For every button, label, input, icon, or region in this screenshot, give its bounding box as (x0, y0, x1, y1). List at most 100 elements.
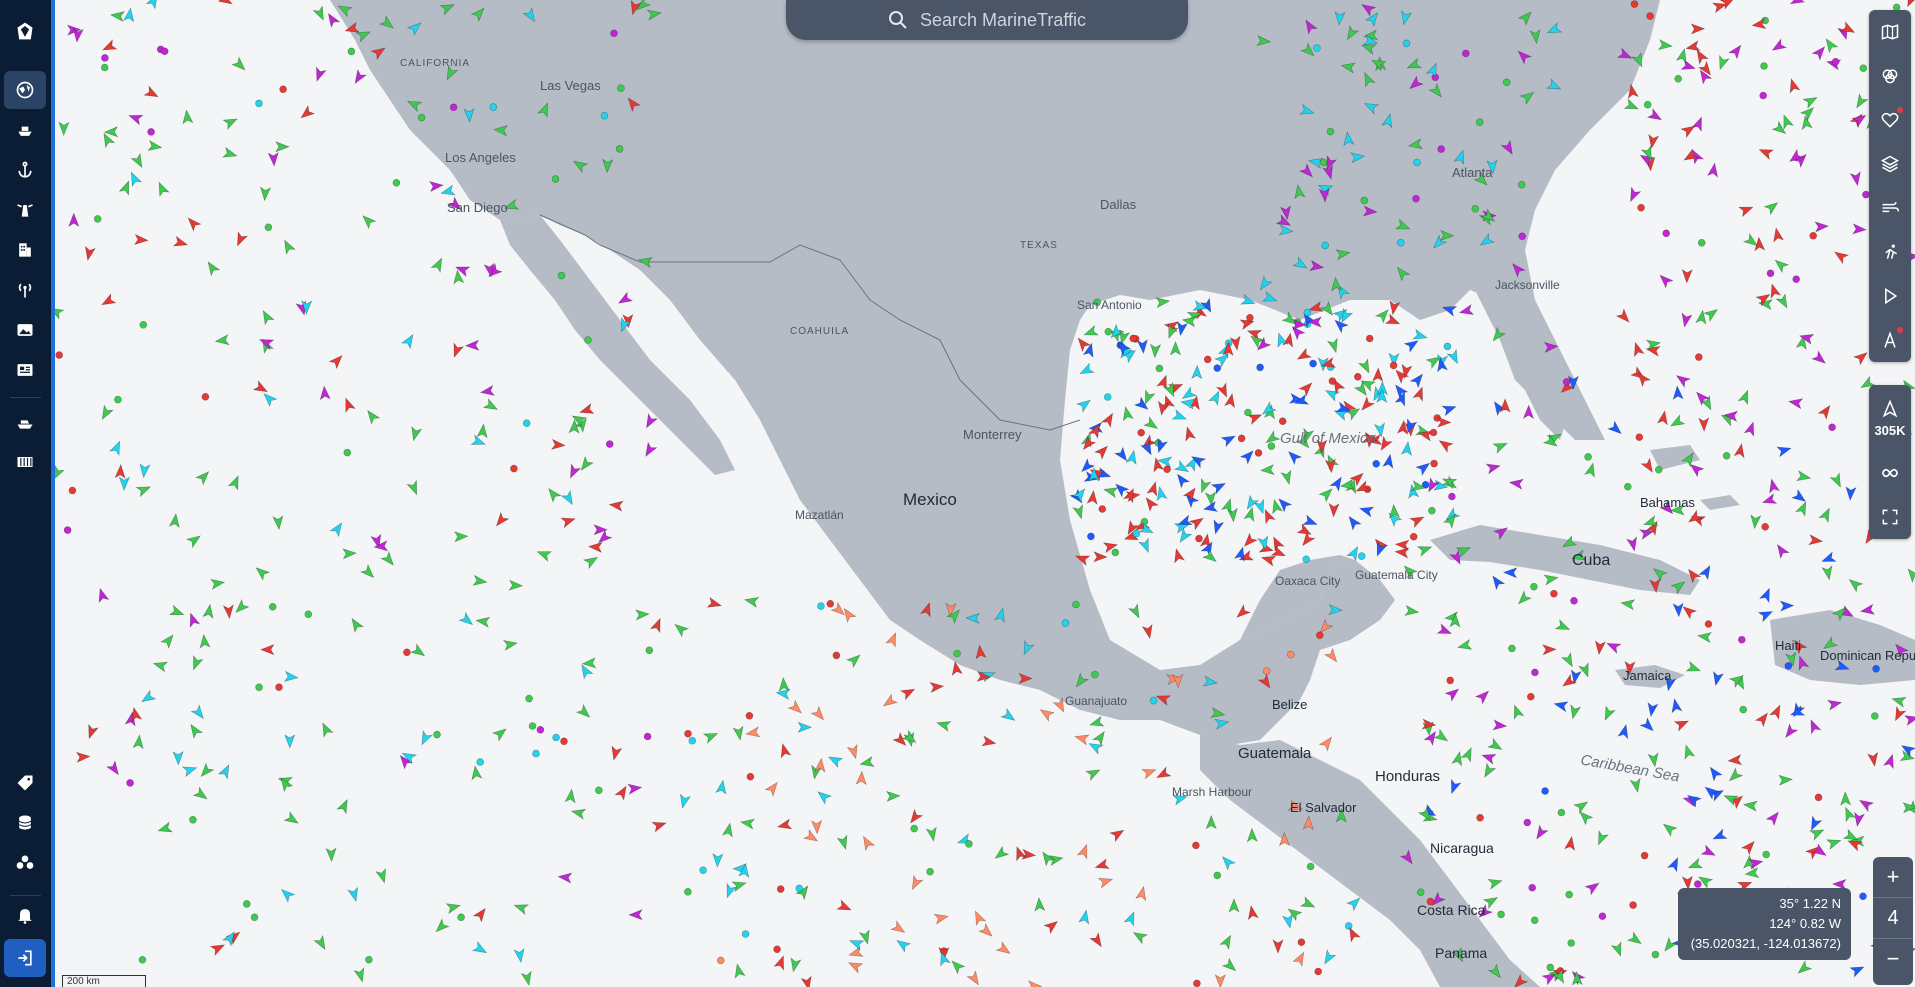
vessel-marker[interactable] (105, 760, 123, 777)
vessel-marker[interactable] (252, 380, 270, 396)
vessel-marker[interactable] (154, 180, 170, 198)
vessel-marker[interactable] (264, 223, 273, 232)
vessel-marker[interactable] (101, 54, 109, 62)
vessel-marker[interactable] (1620, 598, 1636, 611)
vessel-marker[interactable] (325, 847, 337, 863)
vessel-marker[interactable] (217, 763, 234, 780)
vessel-marker[interactable] (1129, 334, 1137, 343)
vessel-marker[interactable] (1303, 308, 1312, 317)
vessel-marker[interactable] (1772, 256, 1790, 274)
vessel-marker[interactable] (1416, 542, 1434, 557)
vessel-marker[interactable] (98, 404, 114, 421)
vessel-marker[interactable] (1480, 750, 1497, 765)
vessel-marker[interactable] (1674, 371, 1692, 389)
vessel-marker[interactable] (1666, 856, 1683, 873)
vessel-marker[interactable] (1867, 751, 1880, 767)
vessel-marker[interactable] (1302, 514, 1319, 529)
vessel-marker[interactable] (1626, 83, 1639, 99)
vessel-marker[interactable] (380, 551, 397, 568)
vessel-marker[interactable] (1000, 707, 1017, 725)
vessel-marker[interactable] (1388, 300, 1401, 316)
sidebar-item-data[interactable] (4, 804, 46, 842)
vessel-marker[interactable] (143, 85, 160, 101)
vessel-marker[interactable] (160, 632, 177, 650)
vessel-marker[interactable] (312, 5, 328, 22)
vessel-marker[interactable] (1340, 61, 1356, 74)
vessel-marker[interactable] (1509, 260, 1526, 278)
vessel-marker[interactable] (1845, 486, 1857, 502)
vessel-marker[interactable] (778, 743, 792, 759)
vessel-marker[interactable] (1297, 938, 1306, 947)
vessel-marker[interactable] (1372, 367, 1384, 382)
vessel-marker[interactable] (304, 610, 313, 619)
vessel-marker[interactable] (1629, 901, 1637, 909)
vessel-marker[interactable] (1903, 712, 1915, 727)
vessel-marker[interactable] (557, 271, 566, 280)
vessel-marker[interactable] (1097, 874, 1114, 889)
vessel-marker[interactable] (187, 722, 204, 739)
vessel-marker[interactable] (1072, 672, 1090, 689)
vessel-marker[interactable] (858, 929, 873, 945)
vessel-marker[interactable] (1773, 542, 1790, 560)
vessel-marker[interactable] (1193, 979, 1201, 987)
vessel-marker[interactable] (513, 900, 530, 915)
vessel-marker[interactable] (1629, 777, 1642, 793)
vessel-marker[interactable] (1299, 531, 1316, 548)
vessel-marker[interactable] (1326, 337, 1341, 354)
vessel-marker[interactable] (1415, 459, 1432, 477)
vessel-marker[interactable] (403, 648, 411, 657)
vessel-marker[interactable] (1402, 39, 1411, 48)
vessel-marker[interactable] (185, 532, 203, 549)
vessel-marker[interactable] (472, 905, 489, 923)
vessel-marker[interactable] (1564, 835, 1577, 852)
vessel-marker[interactable] (1082, 324, 1099, 340)
vessel-marker[interactable] (168, 513, 181, 529)
vessel-marker[interactable] (114, 463, 126, 479)
vessel-marker[interactable] (1246, 904, 1259, 921)
vessel-marker[interactable] (1697, 239, 1706, 247)
vessel-marker[interactable] (1704, 620, 1713, 628)
vessel-marker[interactable] (587, 541, 603, 554)
vessel-marker[interactable] (965, 612, 980, 625)
vessel-marker[interactable] (370, 44, 387, 61)
vessel-marker[interactable] (1814, 793, 1823, 802)
vessel-marker[interactable] (1219, 933, 1235, 951)
vessel-marker[interactable] (1151, 457, 1165, 473)
vessel-marker[interactable] (699, 866, 707, 875)
vessel-marker[interactable] (1808, 534, 1824, 547)
vessel-marker[interactable] (1528, 883, 1536, 892)
vessel-marker[interactable] (1487, 876, 1503, 890)
vessel-marker[interactable] (1384, 313, 1402, 328)
vessel-marker[interactable] (600, 111, 609, 120)
vessel-marker[interactable] (1740, 838, 1758, 856)
vessel-marker[interactable] (1851, 111, 1868, 128)
vessel-marker[interactable] (1257, 673, 1274, 690)
vessel-marker[interactable] (1787, 77, 1801, 94)
vessel-marker[interactable] (1691, 115, 1706, 133)
vessel-marker[interactable] (1219, 853, 1237, 871)
vessel-marker[interactable] (1818, 506, 1834, 523)
vessel-marker[interactable] (560, 737, 568, 746)
vessel-marker[interactable] (953, 649, 961, 658)
my-fleets-button[interactable] (1869, 98, 1911, 142)
vessel-marker[interactable] (582, 553, 600, 570)
vessel-marker[interactable] (1738, 635, 1746, 644)
vessel-marker[interactable] (1646, 701, 1659, 718)
vessel-marker[interactable] (1362, 205, 1378, 217)
vessel-marker[interactable] (926, 867, 934, 876)
vessel-marker[interactable] (1443, 342, 1452, 351)
vessel-marker[interactable] (1428, 82, 1445, 100)
vessel-marker[interactable] (147, 139, 163, 153)
vessel-marker[interactable] (637, 255, 653, 269)
vessel-marker[interactable] (181, 109, 194, 125)
vessel-marker[interactable] (75, 751, 91, 763)
vessel-marker[interactable] (133, 233, 149, 246)
vessel-marker[interactable] (1904, 566, 1915, 584)
vessel-marker[interactable] (204, 259, 221, 277)
vessel-marker[interactable] (1775, 293, 1791, 310)
vessel-marker[interactable] (1138, 537, 1153, 554)
vessel-marker[interactable] (445, 901, 462, 915)
vessel-marker[interactable] (1757, 607, 1775, 623)
vessel-marker[interactable] (1131, 928, 1149, 945)
vessel-marker[interactable] (1080, 435, 1097, 452)
